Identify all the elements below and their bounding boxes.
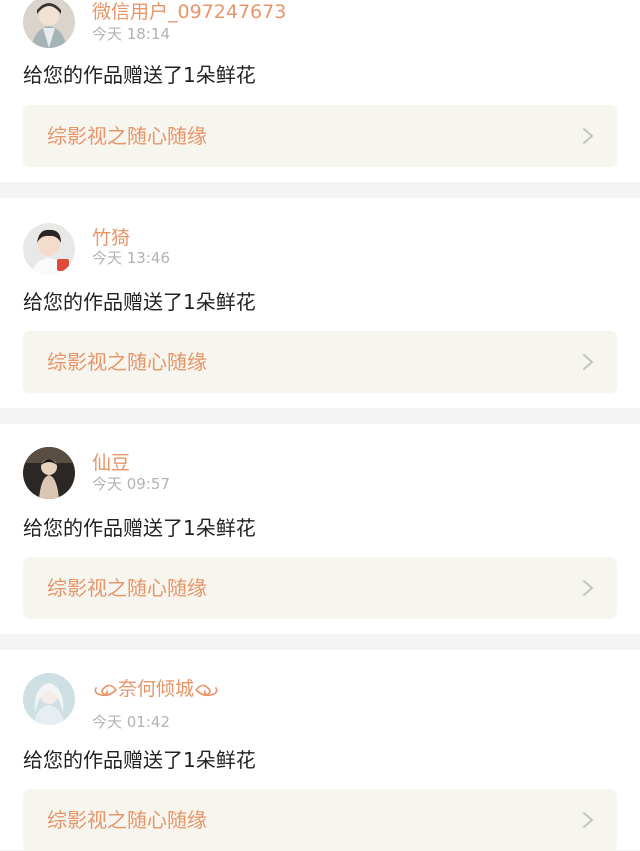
work-link[interactable]: 综影视之随心随缘 [23,331,617,393]
gift-message: 给您的作品赠送了1朵鲜花 [23,63,256,87]
work-title: 综影视之随心随缘 [47,808,207,832]
timestamp: 今天 09:57 [92,475,170,493]
work-title: 综影视之随心随缘 [47,350,207,374]
work-title: 综影视之随心随缘 [47,124,207,148]
work-link[interactable]: 综影视之随心随缘 [23,789,617,851]
username[interactable]: 仙豆 [92,452,130,474]
gift-message: 给您的作品赠送了1朵鲜花 [23,516,256,540]
timestamp: 今天 01:42 [92,713,170,731]
chevron-right-icon [581,811,595,829]
notification-card: 仙豆 今天 09:57 给您的作品赠送了1朵鲜花 综影视之随心随缘 [0,424,640,634]
timestamp: 今天 18:14 [92,25,170,43]
username-text: 奈何倾城 [118,678,195,700]
work-title: 综影视之随心随缘 [47,576,207,600]
flourish-right-icon [194,680,220,700]
timestamp: 今天 13:46 [92,249,170,267]
flourish-left-icon [92,680,118,700]
username[interactable]: 微信用户_097247673 [92,1,286,23]
notification-card: 竹猗 今天 13:46 给您的作品赠送了1朵鲜花 综影视之随心随缘 [0,198,640,408]
user-avatar[interactable] [23,447,75,499]
chevron-right-icon [581,579,595,597]
work-link[interactable]: 综影视之随心随缘 [23,557,617,619]
chevron-right-icon [581,127,595,145]
user-avatar[interactable] [23,0,75,48]
username[interactable]: 奈何倾城 [92,678,220,700]
gift-message: 给您的作品赠送了1朵鲜花 [23,290,256,314]
chevron-right-icon [581,353,595,371]
user-avatar[interactable] [23,673,75,725]
work-link[interactable]: 综影视之随心随缘 [23,105,617,167]
username[interactable]: 竹猗 [92,227,130,249]
gift-message: 给您的作品赠送了1朵鲜花 [23,748,256,772]
notification-card: 微信用户_097247673 今天 18:14 给您的作品赠送了1朵鲜花 综影视… [0,0,640,182]
notification-card: 奈何倾城 今天 01:42 给您的作品赠送了1朵鲜花 综影视之随心随缘 [0,650,640,851]
user-avatar[interactable] [23,223,75,275]
